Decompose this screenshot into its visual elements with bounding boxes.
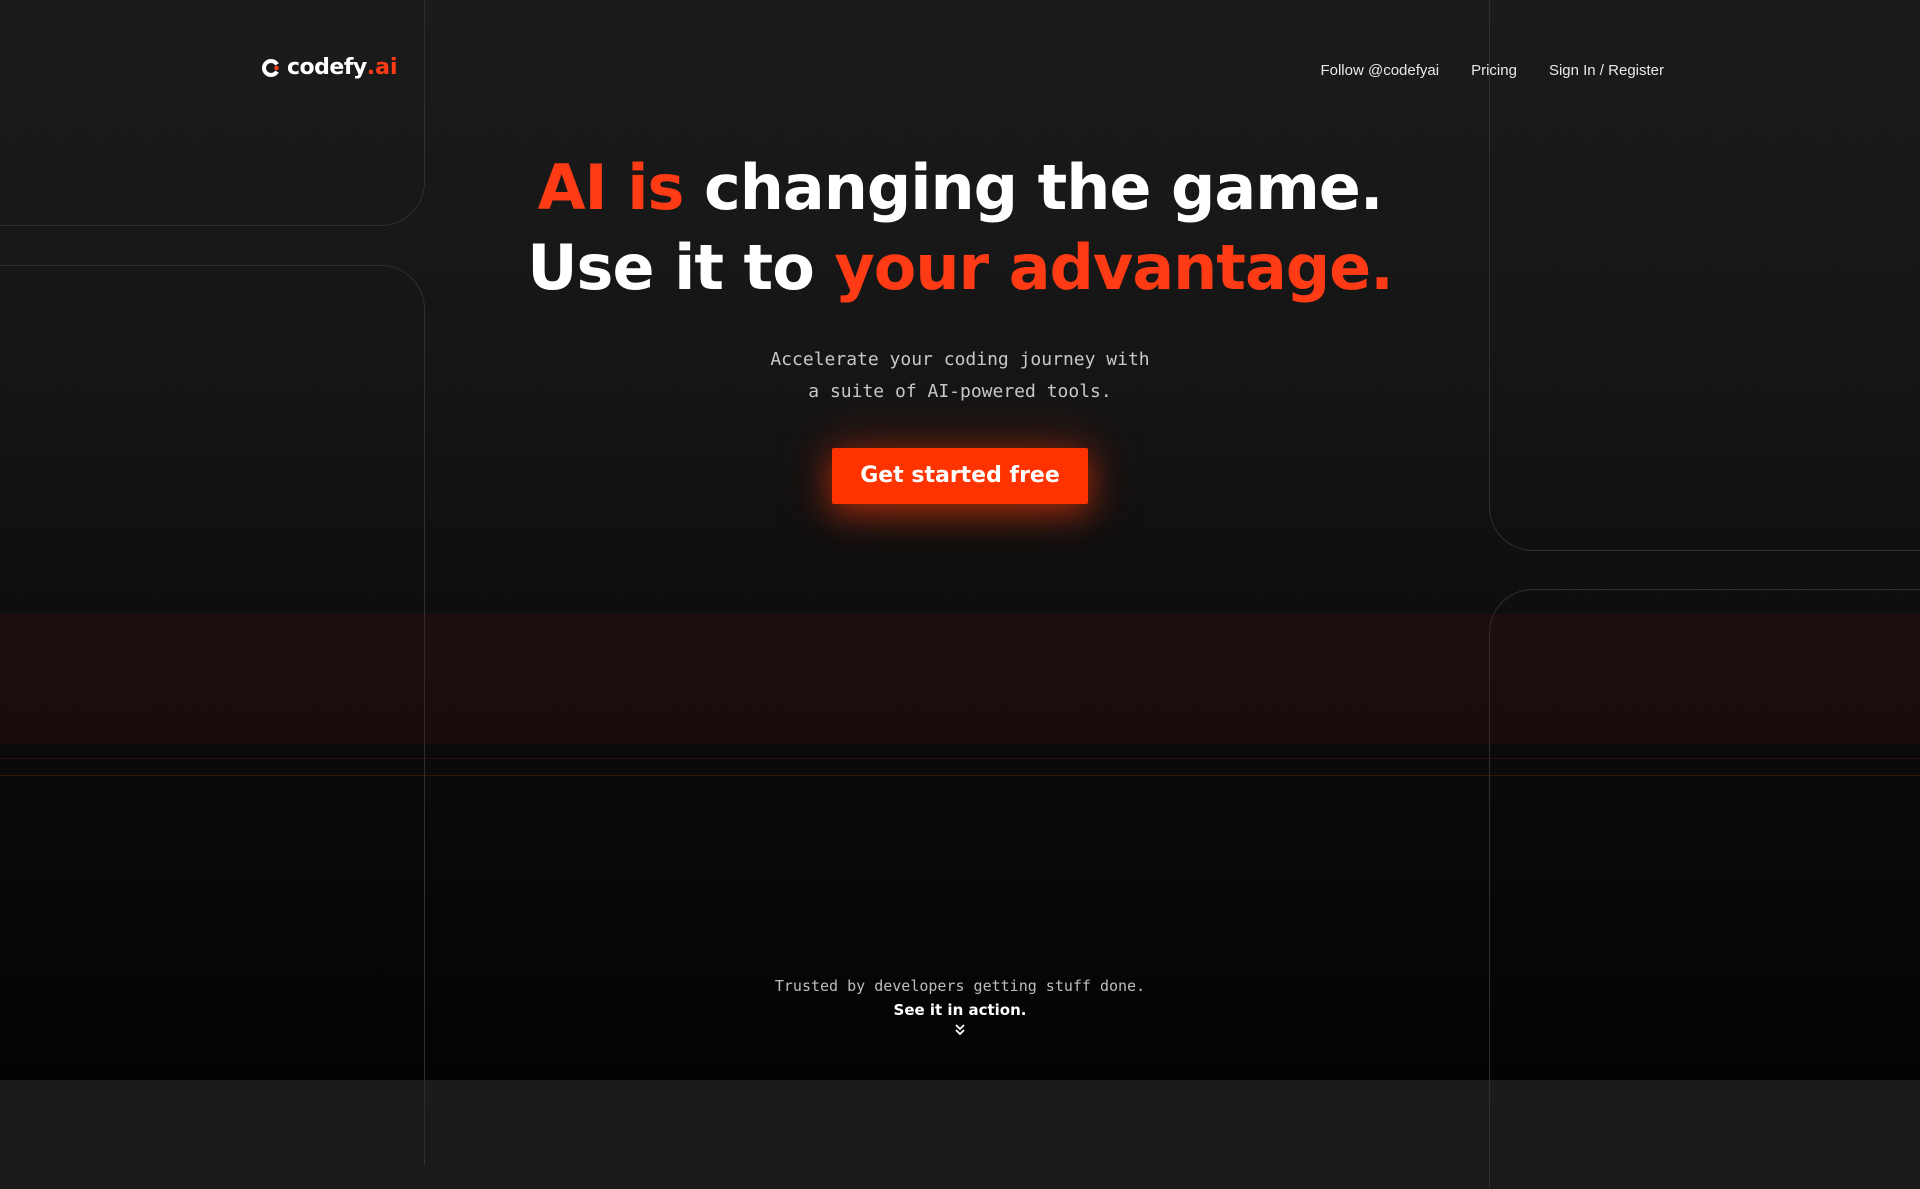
top-nav: Follow @codefyai Pricing Sign In / Regis… [1320, 62, 1664, 79]
get-started-button[interactable]: Get started free [832, 448, 1088, 504]
headline-line-1: AI is changing the game. [0, 148, 1920, 228]
headline-accent: your advantage. [834, 231, 1393, 304]
brand-logo[interactable]: codefy.ai [261, 55, 398, 80]
subtitle-line: a suite of AI-powered tools. [808, 381, 1112, 402]
headline-text: Use it to [527, 231, 835, 304]
nav-pricing-link[interactable]: Pricing [1471, 62, 1517, 79]
nav-signin-link[interactable]: Sign In / Register [1549, 62, 1664, 79]
trusted-text: Trusted by developers getting stuff done… [774, 977, 1146, 995]
hero-subtitle: Accelerate your coding journey with a su… [0, 344, 1920, 408]
scroll-prompt: Trusted by developers getting stuff done… [0, 977, 1920, 1041]
double-chevron-down-icon[interactable] [953, 1023, 967, 1037]
divider-line [0, 775, 1920, 776]
divider-line [0, 758, 1920, 759]
brand-name: codefy [287, 55, 367, 80]
headline-accent: AI is [537, 151, 685, 224]
subtitle-line: Accelerate your coding journey with [770, 349, 1150, 370]
see-in-action-link[interactable]: See it in action. [0, 1001, 1920, 1019]
c-arc-logo-icon [262, 58, 281, 77]
brand-tld: .ai [366, 55, 398, 80]
headline-text: changing the game. [683, 151, 1383, 224]
hero-section: AI is changing the game. Use it to your … [0, 148, 1920, 504]
headline-line-2: Use it to your advantage. [0, 228, 1920, 308]
background-glow-band [0, 614, 1920, 744]
nav-follow-link[interactable]: Follow @codefyai [1320, 62, 1439, 79]
